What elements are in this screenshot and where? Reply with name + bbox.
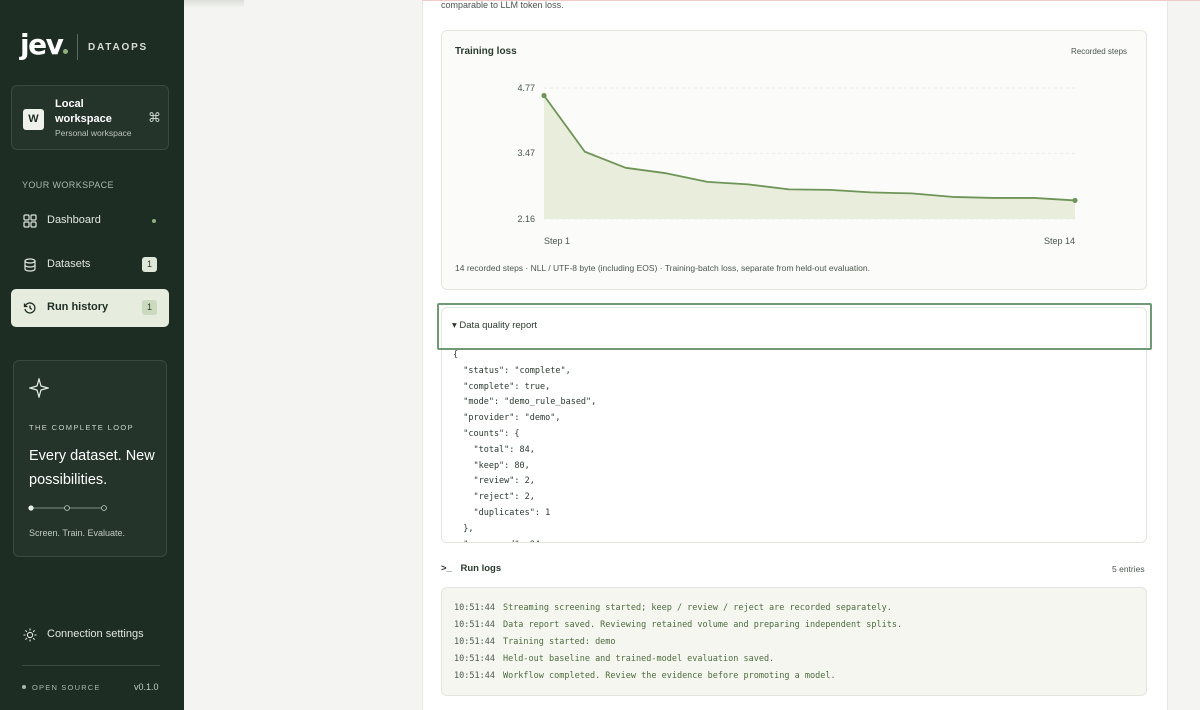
log-timestamp: 10:51:44 (454, 603, 495, 613)
workspace-type: Personal workspace (55, 128, 132, 138)
history-icon (23, 302, 36, 314)
y-tick-label: 3.47 (517, 148, 535, 158)
log-timestamp: 10:51:44 (454, 654, 495, 664)
command-icon[interactable]: ⌘ (148, 110, 161, 126)
sidebar-item-label: Run history (47, 301, 109, 313)
app-logo[interactable]: jev (20, 28, 69, 61)
json-line: "review": 2, (453, 476, 535, 487)
log-entry: 10:51:44 Held-out baseline and trained-mo… (454, 654, 774, 664)
log-message: Training started: demo (502, 637, 616, 647)
promo-card: THE COMPLETE LOOP Every dataset. New pos… (13, 360, 167, 557)
log-timestamp: 10:51:44 (454, 671, 495, 681)
x-tick-label: Step 14 (1044, 236, 1075, 246)
log-message: Workflow completed. Review the evidence … (502, 671, 836, 681)
data-point (541, 92, 547, 99)
run-logs-count: 5 entries (1112, 564, 1145, 574)
sparkle-icon (29, 378, 49, 398)
sidebar-item-dashboard[interactable]: Dashboard (11, 202, 169, 240)
log-entry: 10:51:44 Training started: demo (454, 637, 616, 647)
json-line: "status": "complete", (453, 365, 571, 376)
count-badge: 1 (142, 300, 157, 315)
x-tick-label: Step 1 (544, 236, 570, 246)
workspace-name: Local workspace (55, 98, 112, 125)
data-point (1072, 197, 1078, 204)
json-line: "keep": 80, (453, 460, 530, 471)
section-label: YOUR WORKSPACE (22, 180, 114, 190)
logo-divider (77, 34, 78, 60)
promo-kicker: THE COMPLETE LOOP (29, 423, 135, 432)
json-line: "total": 84, (453, 444, 535, 455)
run-logs-title: Run logs (460, 563, 502, 574)
json-line: "complete": true, (453, 381, 551, 392)
sidebar-divider (22, 665, 160, 666)
top-shadow (184, 0, 244, 8)
json-line: "duplicates": 1 (453, 507, 551, 518)
loss-area (544, 95, 1075, 219)
run-logs-header: >_ Run logs (441, 563, 501, 574)
connection-settings-label: Connection settings (47, 628, 144, 640)
progress-track (28, 505, 107, 511)
grid-icon (23, 214, 37, 228)
open-source-dot (22, 685, 26, 689)
json-line: "counts": { (453, 428, 520, 439)
sidebar-item-run-history[interactable]: Run history 1 (11, 289, 169, 327)
status-dot (152, 219, 156, 223)
sidebar-item-label: Datasets (47, 258, 91, 270)
workspace-avatar: W (23, 109, 44, 130)
sidebar-item-label: Dashboard (47, 214, 101, 226)
log-entry: 10:51:44 Workflow completed. Review the e… (454, 671, 836, 681)
open-source-label: OPEN SOURCE (32, 683, 101, 692)
training-loss-chart: 4.77 3.47 2.16 Step 1 Step 14 (517, 83, 1078, 246)
log-message: Data report saved. Reviewing retained vo… (502, 620, 903, 630)
y-tick-label: 2.16 (517, 214, 535, 224)
sidebar-item-datasets[interactable]: Datasets 1 (11, 246, 169, 284)
json-line: "reject": 2, (453, 492, 535, 503)
log-message: Held-out baseline and trained-model eval… (502, 654, 775, 664)
database-icon (24, 258, 36, 272)
run-logs-list: 10:51:44 Streaming screening started; kee… (441, 587, 1147, 696)
focus-highlight (437, 303, 1152, 350)
data-quality-json: { "status": "complete", "complete": true… (453, 348, 1143, 542)
json-line: "mode": "demo_rule_based", (453, 397, 597, 408)
log-timestamp: 10:51:44 (454, 620, 495, 630)
logo-dot (63, 49, 69, 54)
log-timestamp: 10:51:44 (454, 637, 495, 647)
intro-text: comparable to LLM token loss. (441, 0, 564, 10)
log-message: Streaming screening started; keep / revi… (502, 603, 892, 613)
chart-caption: 14 recorded steps · NLL / UTF-8 byte (in… (455, 263, 870, 273)
promo-footer: Screen. Train. Evaluate. (29, 528, 126, 538)
terminal-icon: >_ (441, 563, 452, 574)
json-line: "processed": 84, (453, 538, 1143, 542)
log-entry: 10:51:44 Streaming screening started; kee… (454, 603, 892, 613)
log-entry: 10:51:44 Data report saved. Reviewing ret… (454, 620, 902, 630)
sun-gear-icon (23, 628, 37, 642)
json-line: "provider": "demo", (453, 413, 561, 424)
y-tick-label: 4.77 (517, 83, 535, 93)
count-badge: 1 (142, 257, 157, 272)
product-name: DATAOPS (88, 42, 149, 53)
version-label: v0.1.0 (134, 682, 159, 692)
workspace-switcher[interactable]: W Local workspace Personal workspace ⌘ (11, 85, 169, 150)
json-line: }, (453, 523, 474, 534)
promo-title: Every dataset. New possibilities. (29, 448, 155, 488)
sidebar: jev DATAOPS W Local workspace Personal w… (0, 0, 184, 710)
json-line: { (453, 350, 459, 360)
